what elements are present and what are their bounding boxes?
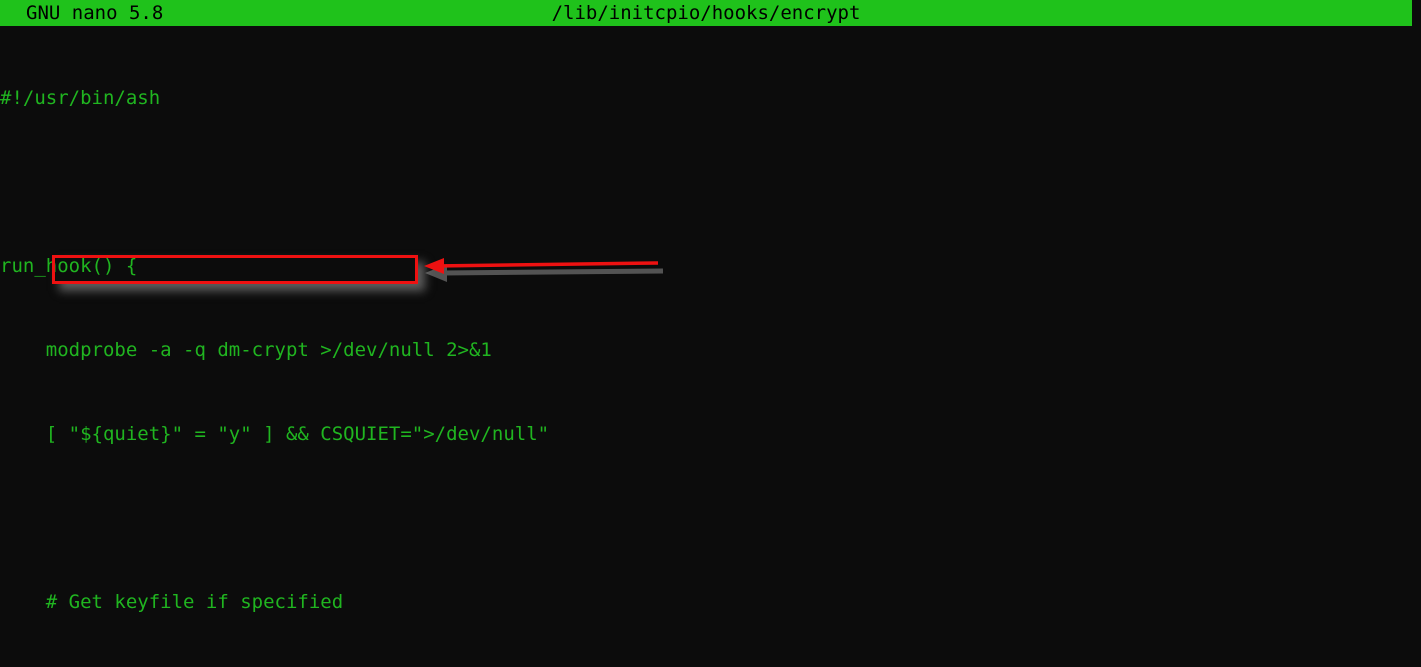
code-line: [ "${quiet}" = "y" ] && CSQUIET=">/dev/n… bbox=[0, 423, 550, 445]
code-line: # Get keyfile if specified bbox=[0, 591, 344, 613]
editor-text-area[interactable]: #!/usr/bin/ash run_hook() { modprobe -a … bbox=[0, 28, 1421, 667]
titlebar-file-path: /lib/initcpio/hooks/encrypt bbox=[551, 2, 861, 24]
nano-editor-screen: GNU nano 5.8 /lib/initcpio/hooks/encrypt… bbox=[0, 0, 1421, 667]
code-line: run_hook() { bbox=[0, 255, 138, 277]
titlebar: GNU nano 5.8 /lib/initcpio/hooks/encrypt bbox=[0, 0, 1412, 26]
code-line: modprobe -a -q dm-crypt >/dev/null 2>&1 bbox=[0, 339, 492, 361]
code-line: #!/usr/bin/ash bbox=[0, 87, 161, 109]
